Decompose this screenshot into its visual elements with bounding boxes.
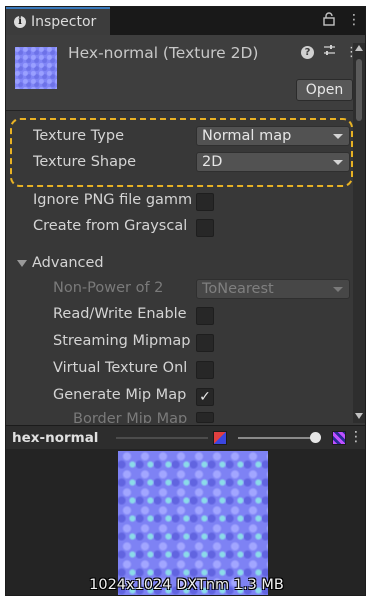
mip-level-slider-track[interactable] — [238, 437, 314, 439]
streaming-mipmaps-checkbox[interactable] — [196, 334, 214, 352]
create-from-grayscale-checkbox[interactable] — [196, 219, 214, 237]
advanced-foldout[interactable]: Advanced — [17, 255, 104, 271]
ignore-png-gamma-checkbox[interactable] — [196, 193, 214, 211]
asset-header: Hex-normal (Texture 2D) ? ⋮ Open — [6, 35, 365, 111]
scroll-up-icon[interactable] — [355, 45, 363, 51]
asset-thumbnail — [15, 47, 57, 89]
tab-inspector[interactable]: i Inspector — [6, 7, 110, 35]
read-write-label: Read/Write Enable — [53, 306, 187, 322]
lock-icon[interactable] — [323, 12, 335, 30]
advanced-label: Advanced — [32, 255, 104, 271]
foldout-expanded-icon — [17, 260, 27, 267]
border-mip-maps-label: Border Mip Map — [73, 411, 188, 423]
vertical-scrollbar[interactable] — [353, 43, 365, 423]
border-mip-maps-checkbox[interactable] — [196, 412, 214, 423]
inspector-window: i Inspector ⋮ Hex-normal (Texture 2D) ? … — [5, 6, 366, 596]
preview-toolbar: hex-normal ⋮ — [6, 425, 365, 449]
asset-title: Hex-normal (Texture 2D) — [68, 44, 259, 62]
generate-mip-maps-label: Generate Mip Map — [53, 387, 187, 403]
help-icon[interactable]: ? — [301, 46, 314, 59]
tab-tools: ⋮ — [323, 12, 361, 30]
rgb-channel-icon[interactable] — [213, 431, 227, 445]
preview-area: 1024x1024 DXTnm 1.3 MB — [6, 449, 365, 595]
virtual-texture-only-checkbox[interactable] — [196, 361, 214, 379]
read-write-checkbox[interactable] — [196, 307, 214, 325]
streaming-mipmaps-label: Streaming Mipmap — [53, 333, 191, 349]
info-icon: i — [14, 16, 26, 28]
preview-divider — [116, 437, 208, 439]
ignore-png-gamma-label: Ignore PNG file gamm — [33, 192, 193, 208]
scroll-down-icon[interactable] — [355, 413, 363, 419]
generate-mip-maps-checkbox[interactable]: ✓ — [196, 388, 214, 406]
preset-icon[interactable] — [323, 44, 336, 61]
tab-label: Inspector — [31, 14, 97, 30]
kebab-menu-icon[interactable]: ⋮ — [347, 12, 361, 30]
header-icons: ? ⋮ — [301, 44, 358, 61]
preview-menu-icon[interactable]: ⋮ — [349, 429, 363, 445]
virtual-texture-only-label: Virtual Texture Onl — [53, 360, 188, 376]
non-power-of-2-dropdown: ToNearest — [196, 279, 350, 299]
create-from-grayscale-label: Create from Grayscal — [33, 218, 188, 234]
highlight-annotation — [10, 118, 353, 187]
open-button[interactable]: Open — [296, 79, 353, 101]
tab-bar: i Inspector ⋮ — [6, 7, 365, 35]
mip-level-slider-handle[interactable] — [310, 432, 321, 443]
mip-level-icon[interactable] — [332, 431, 346, 445]
chevron-down-icon — [333, 287, 343, 292]
non-power-of-2-value: ToNearest — [202, 281, 274, 297]
preview-info-text: 1024x1024 DXTnm 1.3 MB — [89, 577, 284, 593]
non-power-of-2-label: Non-Power of 2 — [53, 280, 164, 296]
normal-map-preview-image — [118, 451, 268, 595]
preview-title: hex-normal — [12, 430, 99, 446]
scrollbar-thumb[interactable] — [356, 59, 362, 121]
